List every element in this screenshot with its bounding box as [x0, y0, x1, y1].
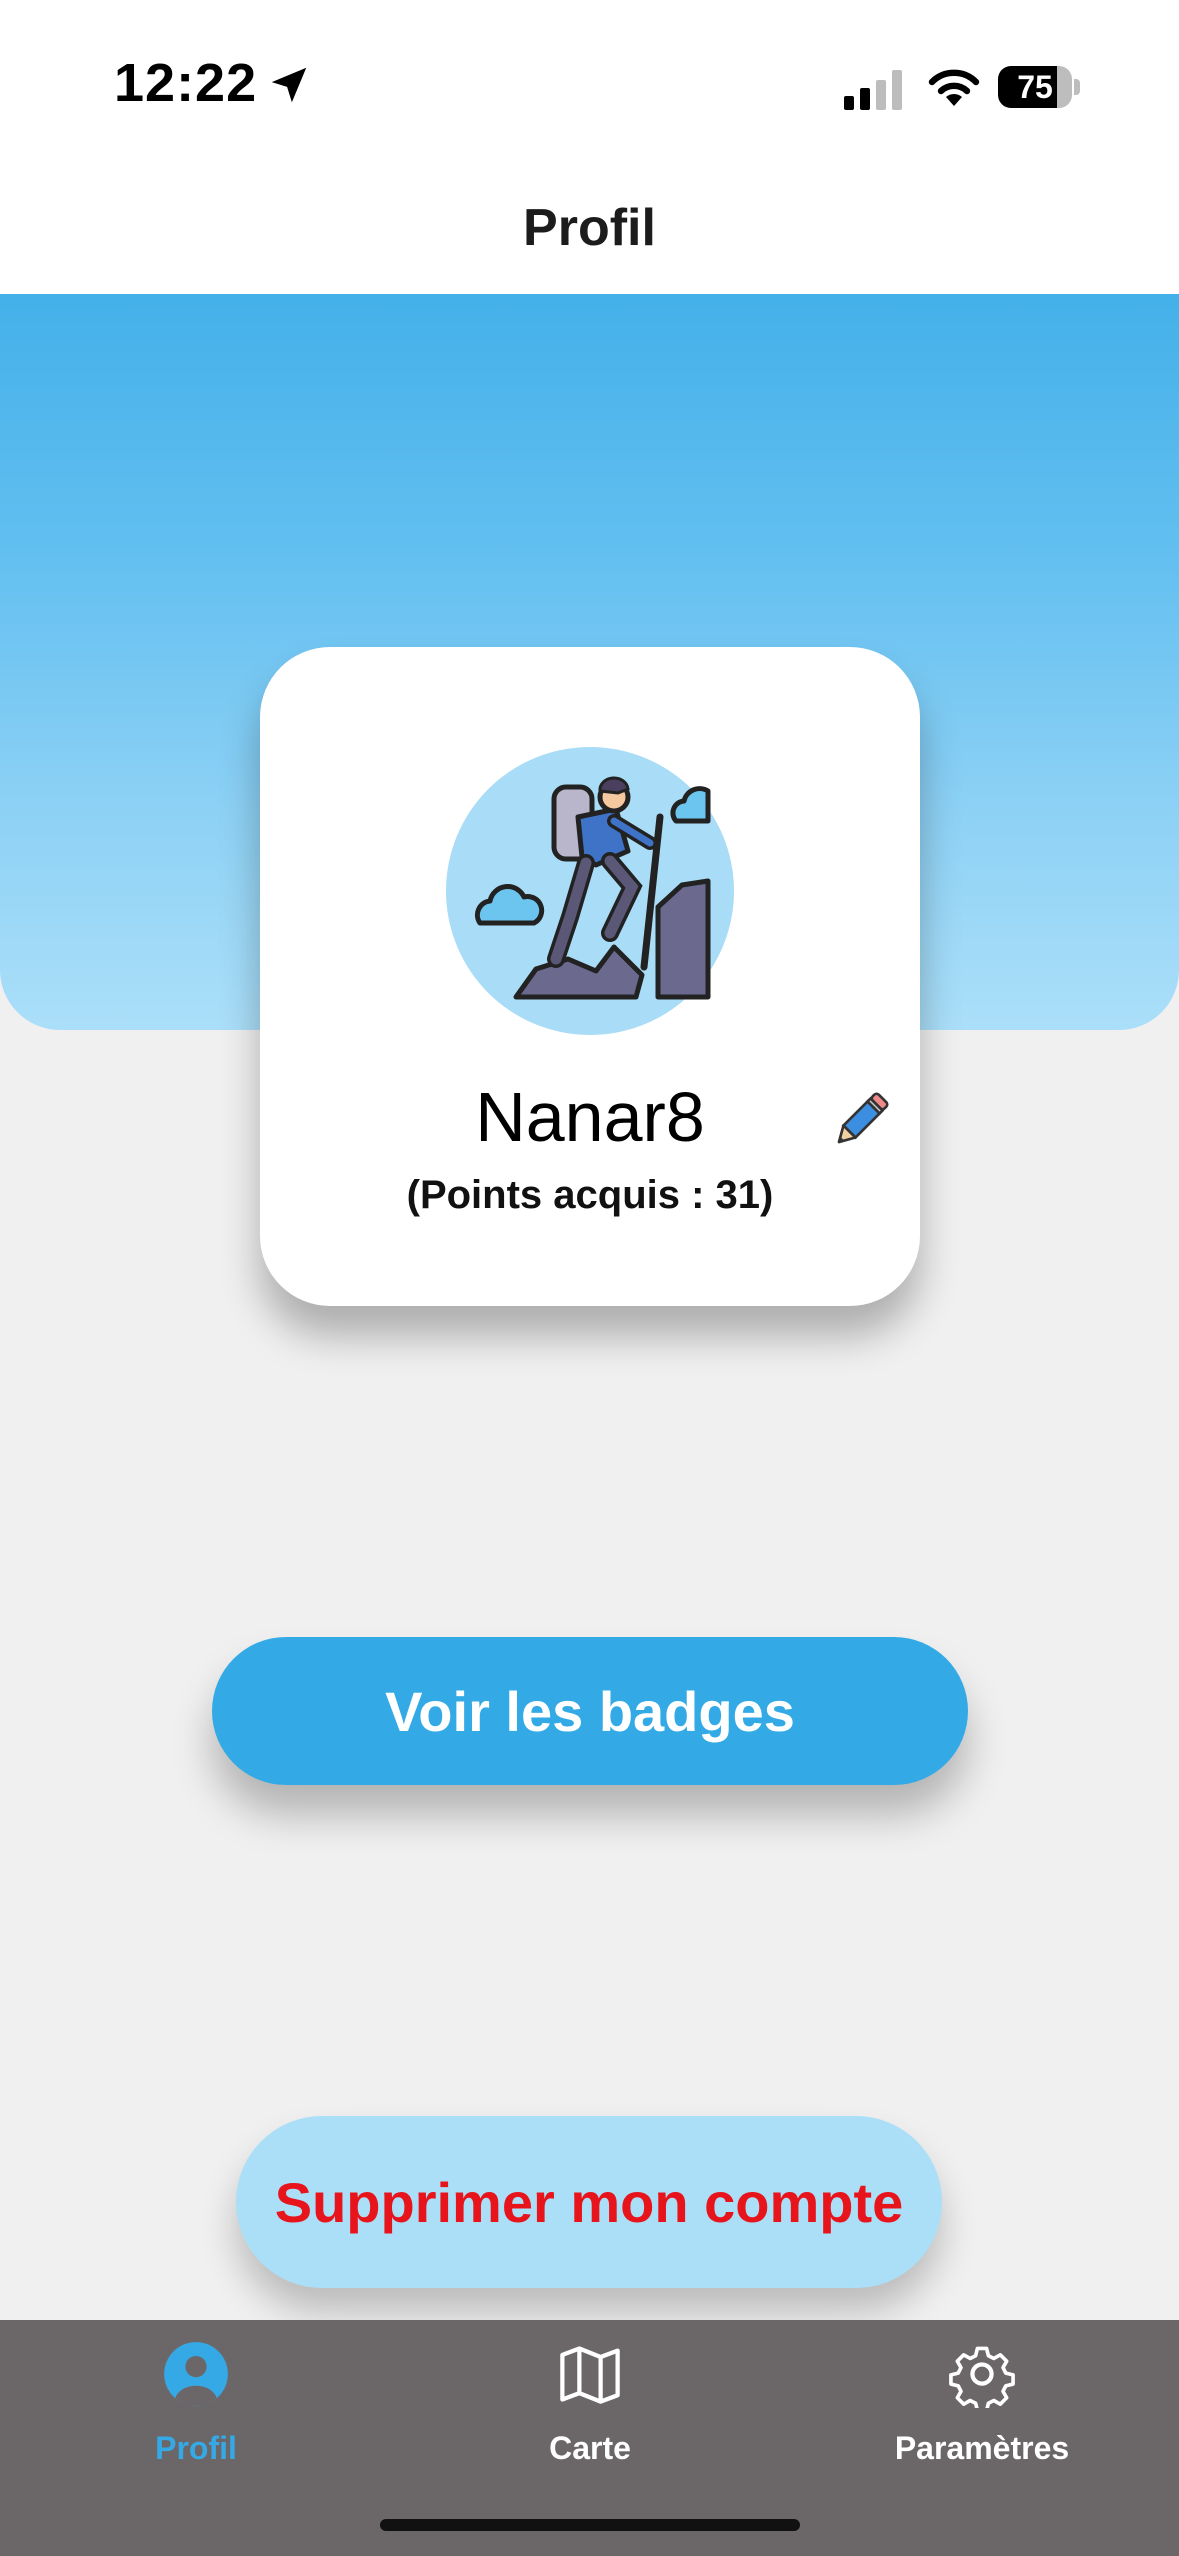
tab-label: Profil: [155, 2430, 237, 2466]
tab-parametres[interactable]: Paramètres: [832, 2320, 1132, 2500]
signal-icon: [844, 70, 902, 110]
battery-level: 75: [1017, 69, 1053, 105]
tab-profil[interactable]: Profil: [46, 2320, 346, 2500]
profile-card: Nanar8 (Points acquis : 31): [260, 647, 920, 1306]
location-arrow-icon: [271, 67, 307, 103]
pencil-icon[interactable]: [826, 1087, 894, 1155]
points-earned: (Points acquis : 31): [406, 1173, 774, 1217]
delete-account-button[interactable]: Supprimer mon compte: [236, 2116, 942, 2288]
tab-label: Paramètres: [894, 2430, 1070, 2466]
username: Nanar8: [475, 1078, 705, 1156]
home-indicator[interactable]: [380, 2519, 800, 2531]
user-circle-icon: [164, 2342, 228, 2406]
battery-icon: 75: [998, 66, 1082, 108]
status-time: 12:22: [114, 53, 258, 113]
status-bar: 12:22 75: [0, 0, 1179, 170]
wifi-icon: [928, 69, 980, 106]
view-badges-button[interactable]: Voir les badges: [212, 1637, 968, 1785]
map-icon: [560, 2346, 620, 2404]
hiker-climbing-icon[interactable]: [446, 747, 734, 1035]
tab-label: Carte: [549, 2430, 631, 2466]
page-title: Profil: [523, 199, 656, 257]
gear-icon: [949, 2346, 1015, 2408]
nav-header: Profil: [0, 170, 1179, 294]
tab-carte[interactable]: Carte: [440, 2320, 740, 2500]
